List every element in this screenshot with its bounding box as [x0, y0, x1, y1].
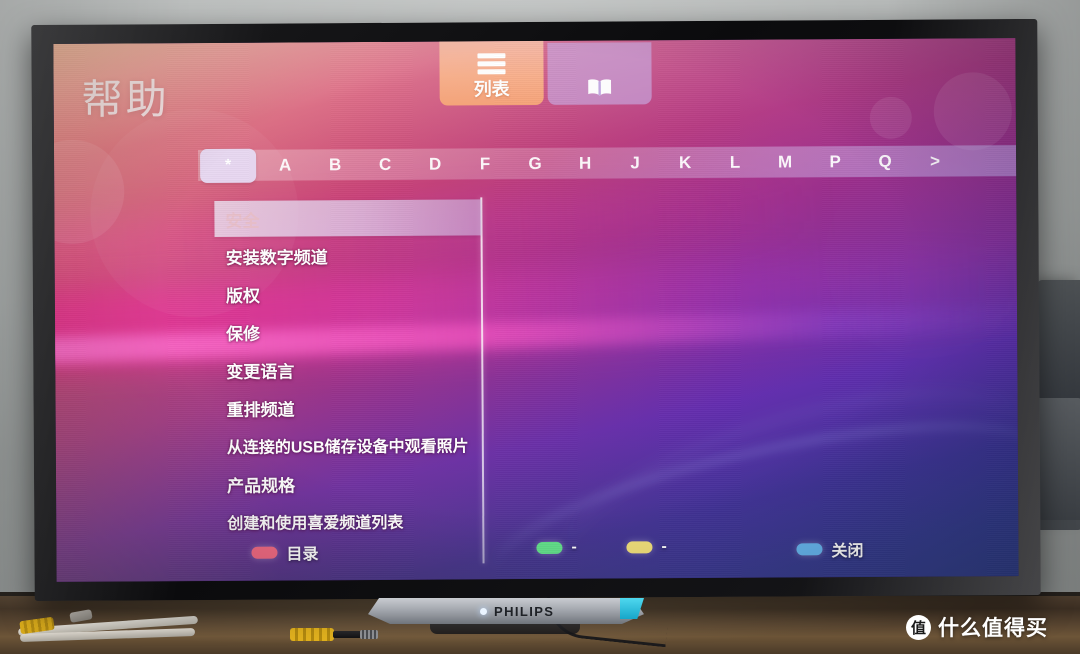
help-topic-item[interactable]: 安全	[214, 199, 482, 237]
alphabet-filter-bar[interactable]: * A B C D F G H J K L M P Q >	[198, 145, 1017, 183]
alphabet-item-b[interactable]: B	[310, 149, 360, 180]
tab-bar: 列表	[439, 38, 652, 106]
help-topic-item[interactable]: 变更语言	[215, 349, 477, 389]
alphabet-item-d[interactable]: D	[410, 148, 460, 179]
watermark-text: 什么值得买	[938, 617, 1048, 640]
alphabet-item-c[interactable]: C	[360, 149, 410, 180]
color-key-green[interactable]: -	[536, 538, 577, 557]
tab-list[interactable]: 列表	[439, 38, 544, 106]
watermark: 值 什么值得买	[906, 612, 1048, 642]
color-key-green-label: -	[571, 538, 577, 556]
color-key-blue-label: 关闭	[831, 543, 864, 561]
brand-logo: PHILIPS	[494, 604, 555, 619]
color-key-blue[interactable]: 关闭	[796, 537, 864, 561]
alphabet-item-l[interactable]: L	[710, 147, 760, 178]
help-topic-item[interactable]: 创建和使用喜爱频道列表	[216, 501, 478, 541]
television: 帮助 列表 * A B C D F G H J K L M P Q > 安全 安…	[31, 18, 1041, 602]
photo-scene: 帮助 列表 * A B C D F G H J K L M P Q > 安全 安…	[0, 0, 1080, 654]
watermark-badge: 值	[906, 614, 931, 640]
tab-list-label: 列表	[473, 79, 510, 100]
alphabet-item-m[interactable]: M	[760, 146, 810, 177]
help-topic-item[interactable]: 产品规格	[216, 463, 478, 503]
tv-screen: 帮助 列表 * A B C D F G H J K L M P Q > 安全 安…	[53, 38, 1019, 582]
color-key-yellow-label: -	[661, 538, 667, 556]
alphabet-item-h[interactable]: H	[560, 148, 610, 179]
color-key-yellow[interactable]: -	[626, 538, 667, 556]
alphabet-item->[interactable]: >	[910, 145, 960, 176]
color-chip-red	[251, 546, 278, 559]
tv-power-led	[480, 608, 487, 615]
alphabet-item-p[interactable]: P	[810, 146, 860, 177]
color-chip-blue	[796, 543, 823, 556]
alphabet-item-q[interactable]: Q	[860, 146, 910, 177]
help-topic-item[interactable]: 版权	[215, 273, 477, 313]
page-title: 帮助	[81, 76, 170, 123]
color-chip-green	[536, 541, 563, 555]
alphabet-item-k[interactable]: K	[660, 147, 710, 178]
color-key-red-label: 目录	[286, 546, 319, 564]
rca-plug-yellow-2	[290, 628, 334, 641]
help-topic-item[interactable]: 保修	[215, 311, 477, 351]
color-key-red[interactable]: 目录	[251, 540, 319, 564]
color-chip-yellow	[626, 541, 653, 554]
help-topic-item[interactable]: 从连接的USB储存设备中观看照片	[216, 425, 478, 465]
hamburger-list-icon	[477, 50, 506, 77]
alphabet-item-selected[interactable]: *	[200, 148, 257, 183]
rca-plug-tip-metal	[360, 630, 378, 639]
alphabet-item-g[interactable]: G	[510, 148, 560, 179]
open-book-icon	[587, 78, 613, 98]
alphabet-item-a[interactable]: A	[260, 149, 310, 180]
alphabet-letters: A B C D F G H J K L M P Q >	[260, 145, 1016, 181]
help-topic-list: 安全 安装数字频道 版权 保修 变更语言 重排频道 从连接的USB储存设备中观看照片 产品规格…	[214, 199, 482, 541]
alphabet-item-j[interactable]: J	[610, 147, 660, 178]
alphabet-item-f[interactable]: F	[460, 148, 510, 179]
tab-book[interactable]	[547, 42, 652, 105]
help-topic-item[interactable]: 安装数字频道	[215, 235, 477, 275]
help-topic-item[interactable]: 重排频道	[215, 387, 477, 427]
